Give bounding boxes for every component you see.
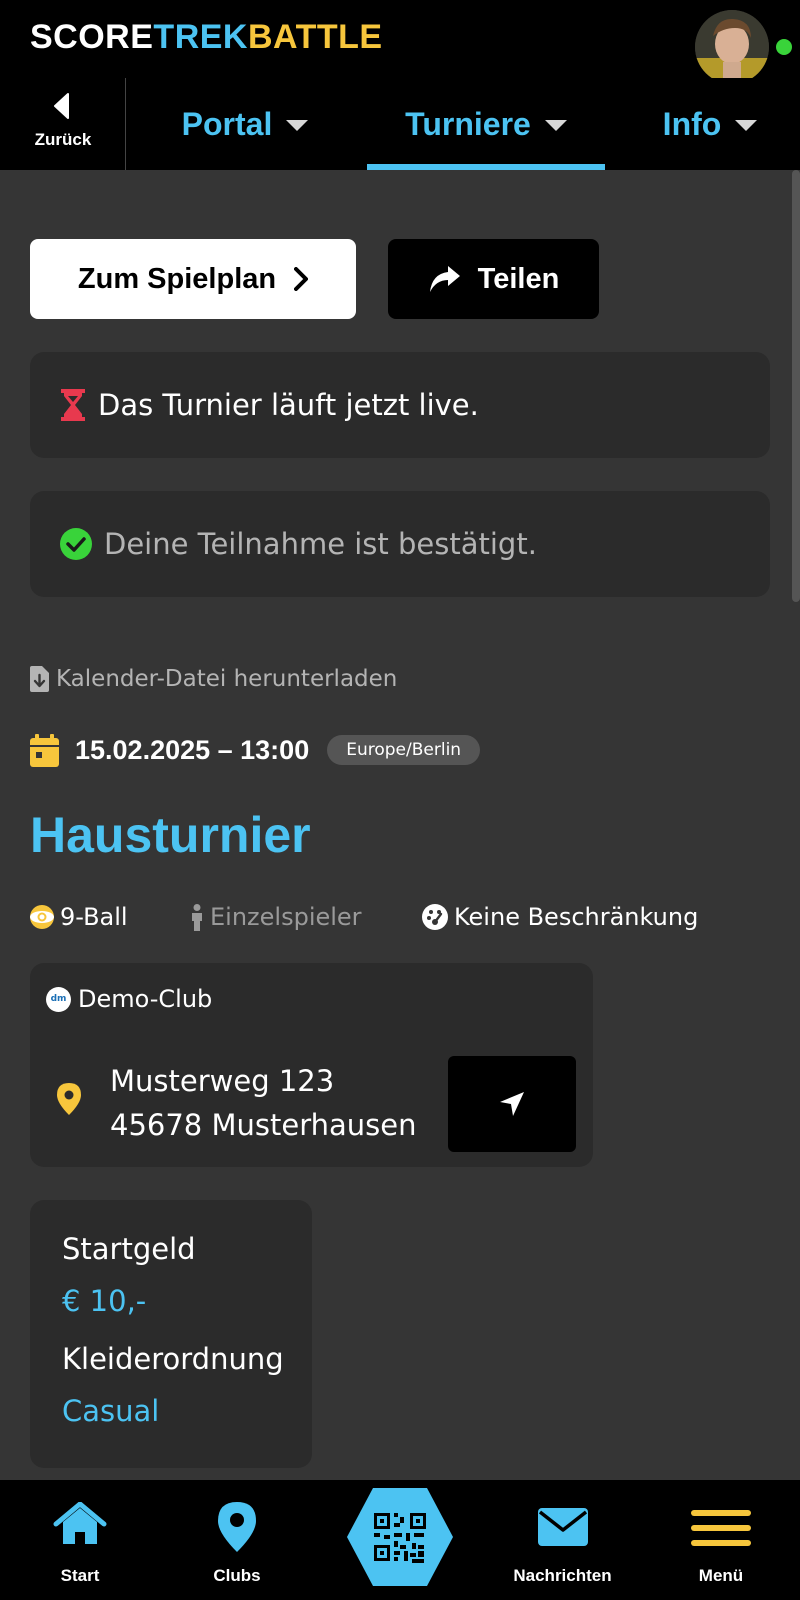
user-avatar[interactable] (695, 10, 769, 84)
hamburger-icon (691, 1510, 751, 1546)
nav-portal-label: Portal (181, 105, 273, 142)
share-button-label: Teilen (477, 262, 560, 295)
tournament-details-card: Startgeld € 10,- Kleiderordnung Casual (30, 1200, 312, 1468)
file-download-icon (30, 666, 49, 692)
club-name: Demo-Club (78, 985, 213, 1013)
address-city: 45678 Musterhausen (110, 1108, 417, 1142)
club-logo: dm (46, 986, 71, 1012)
play-mode-label: Einzelspieler (210, 903, 362, 931)
back-button[interactable]: Zurück (0, 78, 126, 170)
app-logo[interactable]: SCORETREKBATTLE (30, 18, 383, 57)
calendar-icon (30, 733, 59, 767)
logo-part-score: SCORE (30, 18, 154, 56)
chevron-down-icon (735, 119, 758, 131)
entry-fee-label: Startgeld (62, 1232, 196, 1266)
navigate-button[interactable] (448, 1056, 576, 1152)
active-tab-indicator (367, 164, 605, 170)
back-label: Zurück (34, 130, 92, 149)
nav-turniere[interactable]: Turniere (367, 78, 605, 170)
nav-turniere-label: Turniere (405, 105, 531, 142)
map-pin-icon (218, 1502, 256, 1552)
restriction-label: Keine Beschränkung (454, 903, 699, 931)
bottom-nav-menu[interactable]: Menü (670, 1480, 772, 1600)
calendar-download-label: Kalender-Datei herunterladen (56, 666, 398, 692)
location-pin-icon (57, 1083, 81, 1115)
page-title: Hausturnier (30, 807, 311, 863)
entry-fee-value: € 10,- (62, 1284, 147, 1318)
bottom-nav-messages-label: Nachrichten (513, 1566, 612, 1585)
navigation-arrow-icon (500, 1092, 524, 1116)
nav-portal[interactable]: Portal (140, 78, 350, 170)
nav-info[interactable]: Info (620, 78, 800, 170)
bottom-nav-start[interactable]: Start (30, 1480, 130, 1600)
main-nav: Zurück Portal Turniere Info (0, 78, 800, 170)
scrollbar[interactable] (792, 170, 800, 602)
top-bar: SCORETREKBATTLE (0, 0, 800, 84)
game-type: 9-Ball (30, 897, 128, 937)
schedule-button[interactable]: Zum Spielplan (30, 239, 356, 319)
speedometer-icon (422, 904, 448, 930)
bottom-nav-clubs-label: Clubs (213, 1566, 261, 1585)
chevron-down-icon (286, 119, 309, 131)
club-address: Musterweg 123 45678 Musterhausen (110, 1059, 416, 1147)
confirmed-status-text: Deine Teilnahme ist bestätigt. (104, 527, 537, 561)
game-type-label: 9-Ball (60, 903, 128, 931)
calendar-download-link[interactable]: Kalender-Datei herunterladen (30, 666, 397, 692)
bottom-nav-messages[interactable]: Nachrichten (500, 1480, 625, 1600)
online-status-indicator (776, 39, 792, 55)
home-icon (53, 1502, 107, 1544)
qr-code-button[interactable] (347, 1484, 453, 1590)
play-mode: Einzelspieler (190, 897, 362, 937)
logo-part-trek: TREK (153, 18, 248, 56)
chevron-down-icon (544, 119, 567, 131)
participation-confirmed-card: Deine Teilnahme ist bestätigt. (30, 491, 770, 597)
dress-code-value: Casual (62, 1394, 160, 1428)
address-street: Musterweg 123 (110, 1064, 335, 1098)
billiard-ball-icon (30, 905, 54, 929)
check-circle-icon (60, 528, 92, 560)
bottom-nav-start-label: Start (60, 1566, 100, 1585)
share-button[interactable]: Teilen (388, 239, 599, 319)
club-card: dm Demo-Club Musterweg 123 45678 Musterh… (30, 963, 593, 1167)
hourglass-icon (61, 389, 85, 421)
chevron-right-icon (294, 267, 309, 291)
restriction: Keine Beschränkung (422, 897, 698, 937)
dress-code-label: Kleiderordnung (62, 1342, 284, 1376)
timezone-badge: Europe/Berlin (327, 735, 481, 765)
live-status-card: Das Turnier läuft jetzt live. (30, 352, 770, 458)
bottom-nav-clubs[interactable]: Clubs (187, 1480, 287, 1600)
schedule-button-label: Zum Spielplan (77, 262, 277, 295)
nav-info-label: Info (662, 105, 722, 142)
back-arrow-icon (54, 93, 69, 119)
bottom-nav-menu-label: Menü (698, 1566, 744, 1585)
live-status-text: Das Turnier läuft jetzt live. (98, 388, 479, 422)
logo-part-battle: BATTLE (247, 18, 383, 56)
tournament-date: 15.02.2025 – 13:00 (75, 734, 310, 765)
club-link[interactable]: dm Demo-Club (46, 985, 212, 1013)
date-row: 15.02.2025 – 13:00 Europe/Berlin (30, 730, 481, 770)
share-icon (429, 266, 460, 292)
envelope-icon (537, 1508, 588, 1546)
person-icon (192, 903, 202, 931)
